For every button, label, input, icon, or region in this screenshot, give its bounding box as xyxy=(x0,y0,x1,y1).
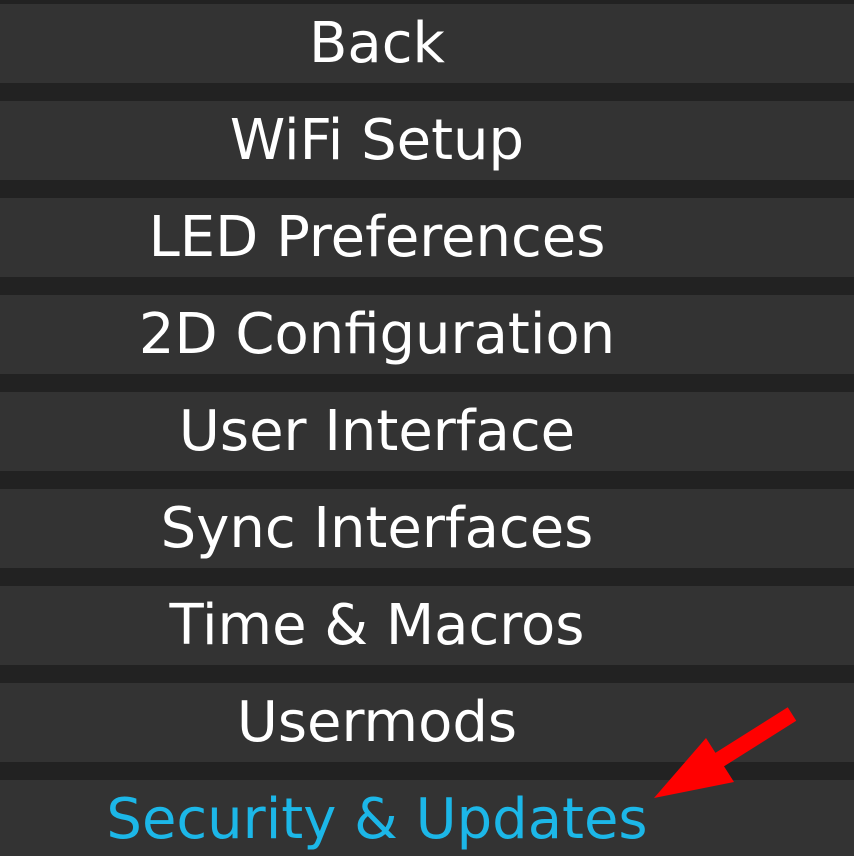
wifi-setup-button[interactable]: WiFi Setup xyxy=(0,101,854,180)
time-macros-button[interactable]: Time & Macros xyxy=(0,586,854,665)
back-button[interactable]: Back xyxy=(0,4,854,83)
settings-menu: Back WiFi Setup LED Preferences 2D Confi… xyxy=(0,0,854,856)
led-preferences-button[interactable]: LED Preferences xyxy=(0,198,854,277)
security-updates-button[interactable]: Security & Updates xyxy=(0,780,854,856)
user-interface-button[interactable]: User Interface xyxy=(0,392,854,471)
2d-configuration-button[interactable]: 2D Configuration xyxy=(0,295,854,374)
usermods-button[interactable]: Usermods xyxy=(0,683,854,762)
sync-interfaces-button[interactable]: Sync Interfaces xyxy=(0,489,854,568)
